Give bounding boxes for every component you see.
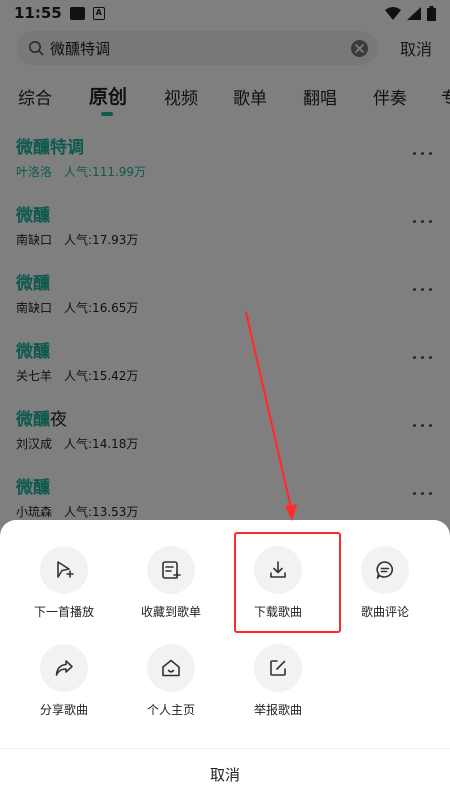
play-next-icon (40, 546, 88, 594)
add-to-playlist-button[interactable]: 收藏到歌单 (119, 546, 223, 620)
song-action-sheet: 下一首播放 收藏到歌单 下载歌曲 歌曲评论 分享歌曲 个人主页 举报歌曲 取消 (0, 520, 450, 800)
action-label: 收藏到歌单 (140, 605, 201, 619)
action-label: 歌曲评论 (360, 605, 409, 619)
download-song-button[interactable]: 下载歌曲 (226, 546, 330, 620)
share-icon (40, 644, 88, 692)
download-icon (254, 546, 302, 594)
report-icon (254, 644, 302, 692)
add-to-playlist-icon (147, 546, 195, 594)
action-label: 下一首播放 (33, 605, 94, 619)
sheet-cancel-button[interactable]: 取消 (0, 764, 450, 785)
action-label: 下载歌曲 (253, 605, 302, 619)
personal-homepage-button[interactable]: 个人主页 (119, 644, 223, 718)
share-song-button[interactable]: 分享歌曲 (12, 644, 116, 718)
play-next-button[interactable]: 下一首播放 (12, 546, 116, 620)
sheet-divider (0, 748, 450, 749)
action-label: 举报歌曲 (253, 703, 302, 717)
report-song-button[interactable]: 举报歌曲 (226, 644, 330, 718)
song-comments-button[interactable]: 歌曲评论 (333, 546, 437, 620)
home-icon (147, 644, 195, 692)
comment-icon (361, 546, 409, 594)
action-label: 个人主页 (146, 703, 195, 717)
action-label: 分享歌曲 (39, 703, 88, 717)
